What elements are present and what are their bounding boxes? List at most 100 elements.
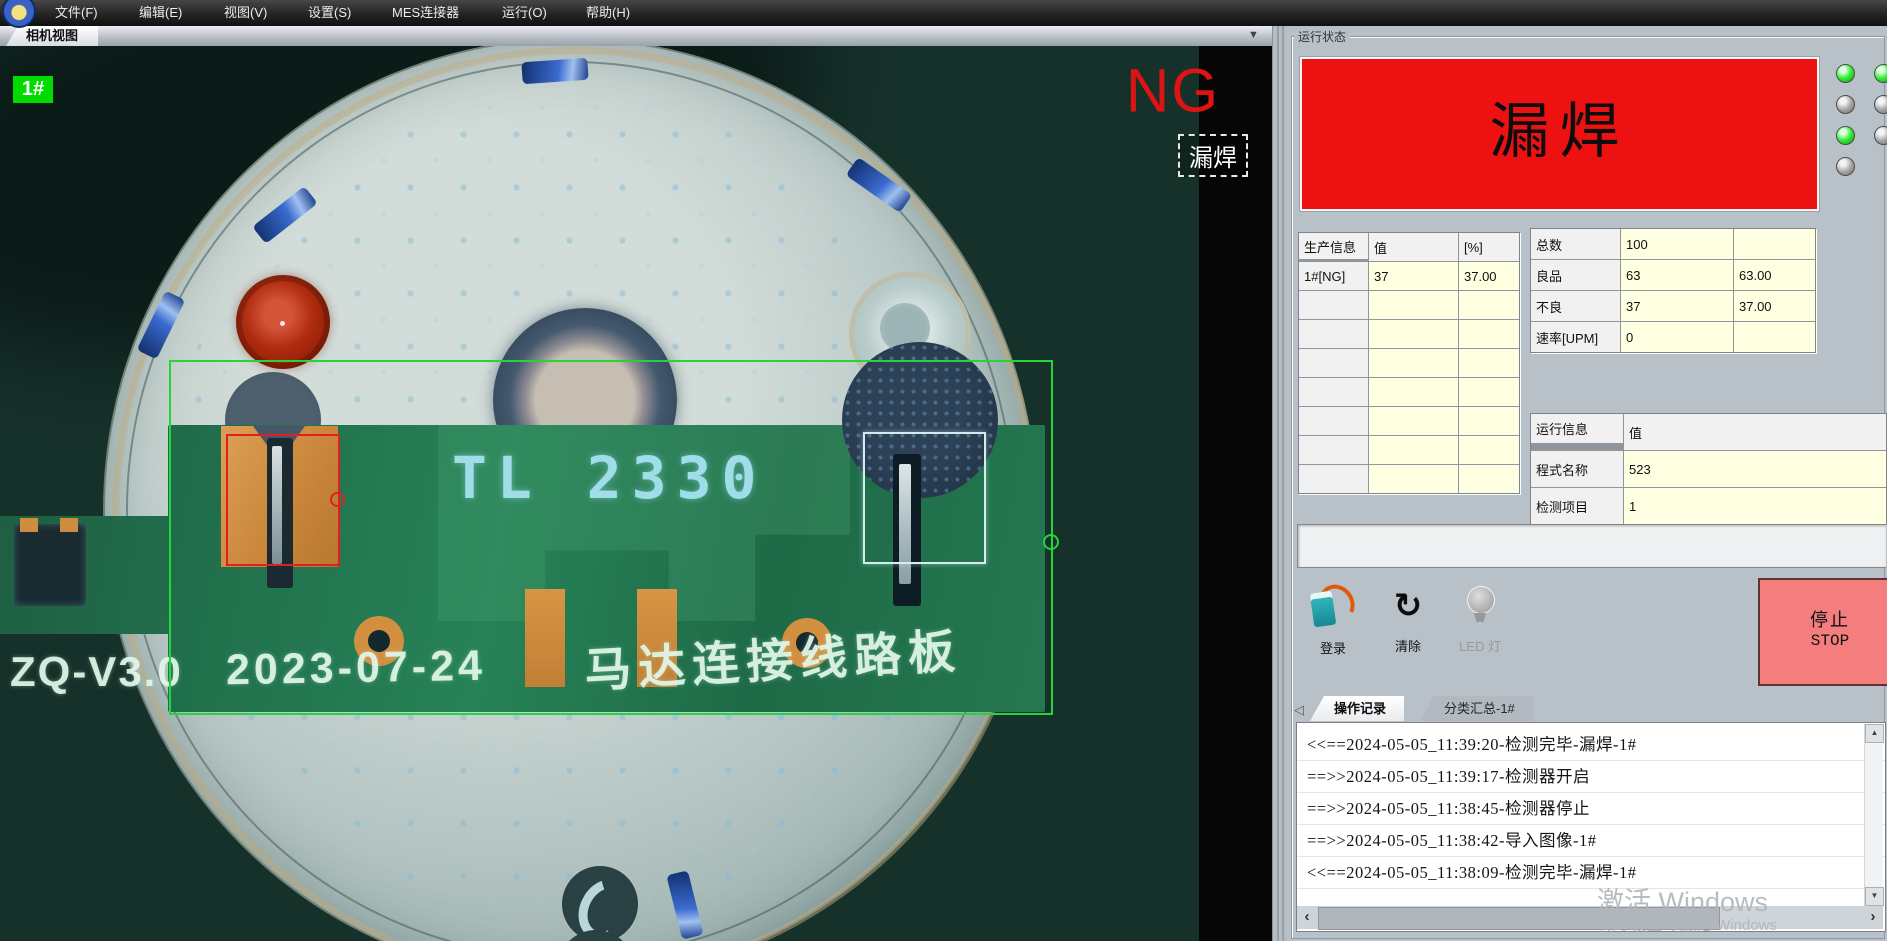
table-cell [1369, 465, 1458, 493]
roi-defect-box[interactable] [226, 434, 340, 566]
log-horizontal-scrollbar[interactable]: ‹ › [1297, 906, 1883, 929]
stop-label-en: STOP [1760, 632, 1887, 650]
table-cell [1459, 378, 1519, 406]
table-cell [1299, 320, 1368, 348]
scroll-left-icon[interactable]: ‹ [1297, 906, 1317, 929]
tab-camera-view[interactable]: 相机视图 [6, 26, 98, 46]
menu-help[interactable]: 帮助(H) [586, 5, 630, 21]
stat-value: 37 [1621, 291, 1733, 321]
stat-value: 63 [1621, 260, 1733, 290]
table-cell [1299, 465, 1368, 493]
table-cell [1369, 407, 1458, 435]
stat-value: 0 [1621, 322, 1733, 352]
menu-mes-connector[interactable]: MES连接器 [392, 5, 459, 21]
chevron-down-icon[interactable]: ▼ [1248, 29, 1259, 41]
menu-file[interactable]: 文件(F) [55, 5, 98, 21]
alarm-display: 漏焊 [1300, 57, 1819, 211]
scroll-up-icon[interactable]: ▲ [1865, 724, 1884, 743]
led-indicator [1836, 126, 1855, 145]
stats-table: 总数 100 良品 63 63.00 不良 37 37.00 速率[UPM] 0 [1530, 228, 1816, 353]
stat-pct: 63.00 [1734, 260, 1815, 290]
status-panel: 运行状态 漏焊 生产信息 值 [%] 1#[NG] 37 37.00 [1287, 26, 1887, 941]
operation-log-list[interactable]: <<==2024-05-05_11:39:20-检测完毕-漏焊-1# ==>>2… [1296, 722, 1886, 932]
clear-arrow-icon: ↻ [1375, 582, 1441, 630]
scroll-right-icon[interactable]: › [1863, 906, 1883, 929]
stop-button[interactable]: 停止 STOP [1758, 578, 1887, 686]
production-table: 生产信息 值 [%] 1#[NG] 37 37.00 [1298, 232, 1520, 494]
table-cell [1459, 349, 1519, 377]
tab-operation-log[interactable]: 操作记录 [1310, 696, 1404, 721]
menu-run[interactable]: 运行(O) [502, 5, 547, 21]
table-cell [1459, 320, 1519, 348]
table-cell [1299, 436, 1368, 464]
table-cell: 37.00 [1459, 262, 1519, 290]
table-cell [1369, 349, 1458, 377]
board-model-text: ZQ-V3.0 [10, 648, 183, 696]
stat-label: 不良 [1531, 291, 1620, 321]
table-cell [1299, 291, 1368, 319]
status-group-title: 运行状态 [1294, 28, 1350, 45]
led-indicator [1874, 126, 1887, 145]
red-solder-dot [236, 275, 330, 369]
roi-pass-box[interactable] [863, 432, 986, 564]
table-cell [1299, 349, 1368, 377]
tab-scroll-left-icon[interactable]: ◁ [1294, 702, 1304, 718]
led-indicator [1836, 95, 1855, 114]
message-box [1297, 524, 1886, 568]
table-cell: 1#[NG] [1299, 262, 1368, 290]
id-badge-icon [1310, 582, 1356, 632]
menu-edit[interactable]: 编辑(E) [139, 5, 182, 21]
run-info-table: 运行信息 值 程式名称 523 检测项目 1 [1530, 413, 1887, 525]
column-header: 值 [1624, 414, 1886, 450]
app-logo-icon [2, 0, 36, 28]
led-indicator [1836, 64, 1855, 83]
table-cell [1459, 436, 1519, 464]
table-cell [1369, 436, 1458, 464]
table-cell [1299, 407, 1368, 435]
run-value: 523 [1624, 451, 1886, 487]
login-label: 登录 [1300, 638, 1366, 657]
table-cell [1459, 291, 1519, 319]
table-cell [1459, 407, 1519, 435]
camera-viewport[interactable]: TL 2330 ZQ-V3.0 2023-07-24 马达连接线路板 1# NG… [0, 46, 1272, 941]
table-cell [1459, 465, 1519, 493]
stop-label-cn: 停止 [1760, 606, 1887, 632]
column-header: [%] [1459, 233, 1519, 261]
login-button[interactable]: 登录 [1300, 582, 1366, 674]
menu-settings[interactable]: 设置(S) [308, 5, 351, 21]
scroll-down-icon[interactable]: ▼ [1865, 887, 1884, 906]
log-vertical-scrollbar[interactable]: ▲ ▼ [1864, 724, 1883, 906]
log-entry: ==>>2024-05-05_11:39:17-检测器开启 [1297, 761, 1885, 793]
log-entry: <<==2024-05-05_11:39:20-检测完毕-漏焊-1# [1297, 729, 1885, 761]
stat-pct: 37.00 [1734, 291, 1815, 321]
run-label: 程式名称 [1531, 451, 1623, 487]
clear-label: 清除 [1375, 636, 1441, 655]
pcb-component [14, 524, 86, 606]
led-label: LED 灯 [1447, 636, 1513, 655]
defect-tag-label: 漏焊 [1178, 134, 1248, 177]
rim-crimp-tab [521, 58, 588, 85]
menu-view[interactable]: 视图(V) [224, 5, 267, 21]
column-header: 生产信息 [1299, 233, 1368, 259]
windows-activation-watermark-sub: 转到“设置”以激活 Windows [1597, 914, 1777, 935]
stat-pct [1734, 229, 1815, 259]
camera-id-badge: 1# [13, 76, 53, 103]
table-cell [1369, 291, 1458, 319]
panel-splitter[interactable] [1272, 26, 1288, 941]
column-header: 运行信息 [1531, 414, 1623, 443]
log-entry: <<==2024-05-05_11:38:09-检测完毕-漏焊-1# [1297, 857, 1885, 889]
table-cell [1369, 378, 1458, 406]
led-light-button[interactable]: LED 灯 [1447, 582, 1513, 674]
led-indicator [1836, 157, 1855, 176]
bulb-icon [1465, 582, 1495, 630]
run-label: 检测项目 [1531, 488, 1623, 524]
clear-button[interactable]: ↻ 清除 [1375, 582, 1441, 674]
tab-summary[interactable]: 分类汇总-1# [1420, 696, 1533, 721]
stat-label: 速率[UPM] [1531, 322, 1620, 352]
view-tab-bar: 相机视图 ▼ [0, 26, 1272, 46]
image-black-margin [1199, 46, 1272, 941]
log-tab-bar: ◁ 操作记录 分类汇总-1# [1292, 696, 1883, 722]
table-cell [1299, 378, 1368, 406]
log-entry: ==>>2024-05-05_11:38:42-导入图像-1# [1297, 825, 1885, 857]
led-indicator [1874, 95, 1887, 114]
